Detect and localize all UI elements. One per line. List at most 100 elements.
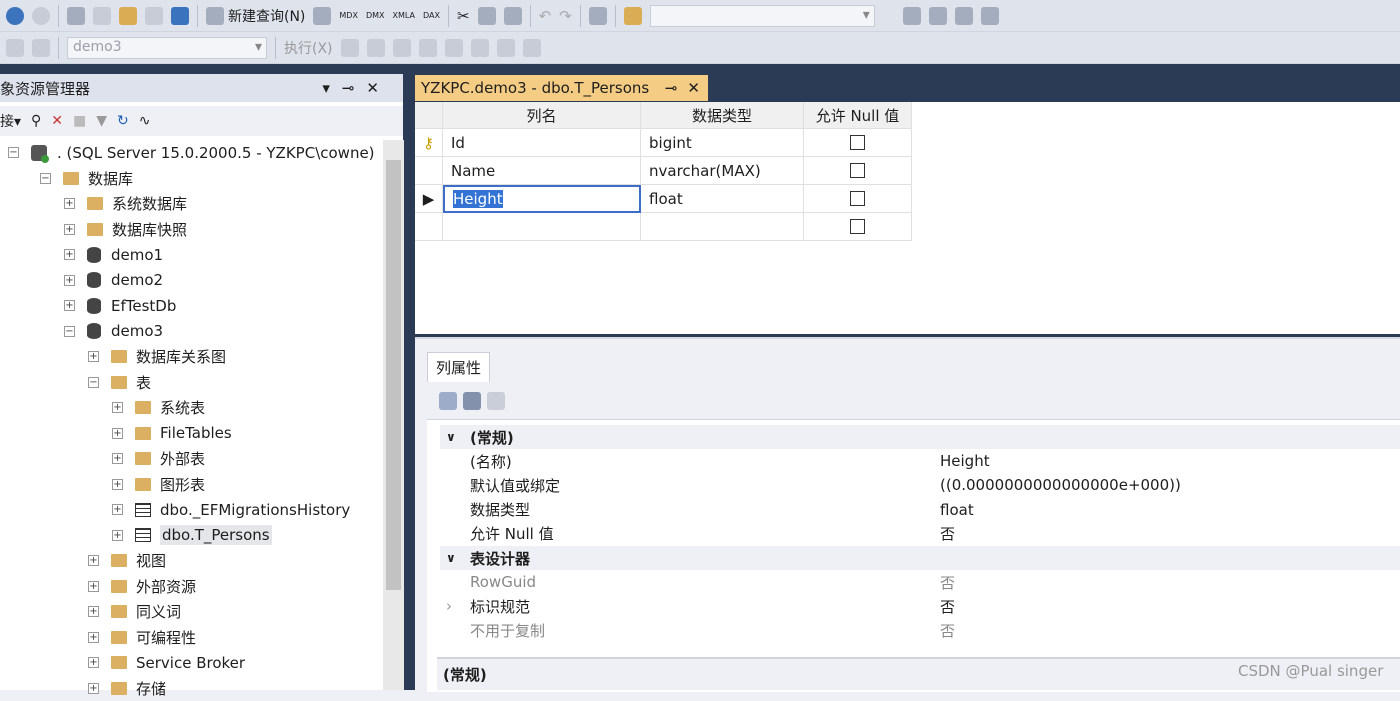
property-row[interactable]: ›标识规范否 [440, 594, 1400, 618]
property-pages-icon[interactable] [487, 392, 505, 410]
categorized-icon[interactable] [439, 392, 457, 410]
close-tab-icon[interactable]: ✕ [687, 79, 700, 97]
allow-null-checkbox[interactable] [850, 163, 865, 178]
expand-icon[interactable]: › [446, 597, 452, 615]
collapse-icon[interactable]: − [88, 377, 99, 388]
column-name-cell[interactable]: Name [443, 157, 641, 185]
database-select[interactable]: demo3 [67, 37, 267, 59]
tree-item[interactable]: +EfTestDb [64, 293, 176, 319]
column-header[interactable]: 允许 Null 值 [804, 102, 912, 129]
expand-icon[interactable]: + [112, 504, 123, 515]
indent-icon[interactable] [523, 39, 541, 57]
row-selector[interactable] [415, 213, 443, 241]
expand-icon[interactable]: + [112, 479, 123, 490]
tree-item[interactable]: +数据库关系图 [88, 344, 226, 370]
property-row[interactable]: 允许 Null 值否 [440, 522, 1400, 546]
collapse-icon[interactable]: − [64, 326, 75, 337]
property-category[interactable]: ∨表设计器 [440, 546, 1400, 570]
dax-button[interactable]: DAX [423, 11, 440, 20]
query-icon[interactable] [313, 7, 331, 25]
disconnect-icon[interactable] [32, 39, 50, 57]
allow-null-cell[interactable] [804, 185, 912, 213]
tree-item[interactable]: +可编程性 [88, 625, 196, 651]
collapse-icon[interactable]: ∨ [446, 430, 456, 444]
window-icon[interactable] [981, 7, 999, 25]
stop-icon[interactable]: ■ [73, 113, 86, 129]
disconnect-icon[interactable]: ✕ [51, 113, 63, 129]
activity-icon[interactable]: ∿ [139, 113, 151, 129]
allow-null-checkbox[interactable] [850, 135, 865, 150]
column-name-cell[interactable] [443, 213, 641, 241]
tree-item[interactable]: +dbo.T_Persons [112, 523, 272, 549]
expand-icon[interactable]: + [112, 530, 123, 541]
pin-icon[interactable]: ⊸ [342, 79, 367, 97]
connect-button[interactable]: 接▾ [0, 111, 21, 131]
tree-item[interactable]: +存储 [88, 676, 166, 701]
cut-icon[interactable]: ✂ [457, 7, 470, 25]
parse-icon[interactable] [367, 39, 385, 57]
tree-item[interactable]: −demo3 [64, 319, 163, 345]
refresh-icon[interactable]: ↻ [117, 113, 129, 129]
tree-item[interactable]: +外部表 [112, 446, 205, 472]
property-row[interactable]: RowGuid否 [440, 570, 1400, 594]
expand-icon[interactable]: + [64, 198, 75, 209]
data-type-cell[interactable]: float [641, 185, 804, 213]
tree-item[interactable]: +系统数据库 [64, 191, 187, 217]
expand-icon[interactable]: + [64, 224, 75, 235]
column-name-cell[interactable]: Height [443, 185, 641, 213]
expand-icon[interactable]: + [64, 275, 75, 286]
expand-icon[interactable]: + [88, 606, 99, 617]
tree-item[interactable]: −表 [88, 370, 151, 396]
save-icon[interactable] [145, 7, 163, 25]
data-type-cell[interactable]: nvarchar(MAX) [641, 157, 804, 185]
expand-icon[interactable]: + [112, 402, 123, 413]
column-name-cell[interactable]: Id [443, 129, 641, 157]
filter-icon[interactable]: ▼ [96, 113, 107, 129]
tree-item[interactable]: +同义词 [88, 599, 181, 625]
connect-icon[interactable]: ⚲ [31, 113, 41, 129]
data-type-cell[interactable]: bigint [641, 129, 804, 157]
sort-alphabetical-icon[interactable] [463, 392, 481, 410]
tree-item[interactable]: +dbo._EFMigrationsHistory [112, 497, 350, 523]
collapse-icon[interactable]: ∨ [446, 551, 456, 565]
close-icon[interactable]: ✕ [366, 79, 391, 97]
row-selector[interactable]: ⚷ [415, 129, 443, 157]
wrench-icon[interactable] [929, 7, 947, 25]
expand-icon[interactable]: + [112, 428, 123, 439]
expand-icon[interactable]: + [112, 453, 123, 464]
new-project-icon[interactable] [67, 7, 85, 25]
tree-scrollbar-thumb[interactable] [386, 160, 401, 590]
property-category[interactable]: ∨(常规) [440, 425, 1400, 449]
plan-icon[interactable] [393, 39, 411, 57]
tree-item[interactable]: +视图 [88, 548, 166, 574]
back-icon[interactable] [6, 7, 24, 25]
tree-item[interactable]: +系统表 [112, 395, 205, 421]
paste-icon[interactable] [504, 7, 522, 25]
expand-icon[interactable]: + [88, 632, 99, 643]
tab-column-properties[interactable]: 列属性 [427, 352, 490, 382]
tree-item[interactable]: +FileTables [112, 421, 232, 447]
column-header[interactable]: 数据类型 [641, 102, 804, 129]
copy-icon[interactable] [478, 7, 496, 25]
tree-item[interactable]: −. (SQL Server 15.0.2000.5 - YZKPC\cowne… [8, 140, 375, 166]
allow-null-checkbox[interactable] [850, 219, 865, 234]
tree-item[interactable]: +demo1 [64, 242, 163, 268]
collapse-icon[interactable]: − [8, 147, 19, 158]
redo-icon[interactable]: ↷ [559, 7, 572, 25]
property-row[interactable]: 不用于复制否 [440, 619, 1400, 643]
collapse-icon[interactable]: − [40, 173, 51, 184]
xmla-button[interactable]: XMLA [393, 11, 416, 20]
tree-item[interactable]: −数据库 [40, 166, 133, 192]
expand-icon[interactable]: + [88, 555, 99, 566]
expand-icon[interactable]: + [88, 657, 99, 668]
save-all-icon[interactable] [171, 7, 189, 25]
execute-button[interactable]: 执行(X) [284, 38, 333, 58]
grid-icon[interactable] [445, 39, 463, 57]
expand-icon[interactable]: + [88, 683, 99, 694]
forward-icon[interactable] [32, 7, 50, 25]
expand-icon[interactable]: + [88, 351, 99, 362]
tree-item[interactable]: +数据库快照 [64, 217, 187, 243]
row-selector[interactable]: ▶ [415, 185, 443, 213]
add-item-icon[interactable] [93, 7, 111, 25]
allow-null-checkbox[interactable] [850, 191, 865, 206]
